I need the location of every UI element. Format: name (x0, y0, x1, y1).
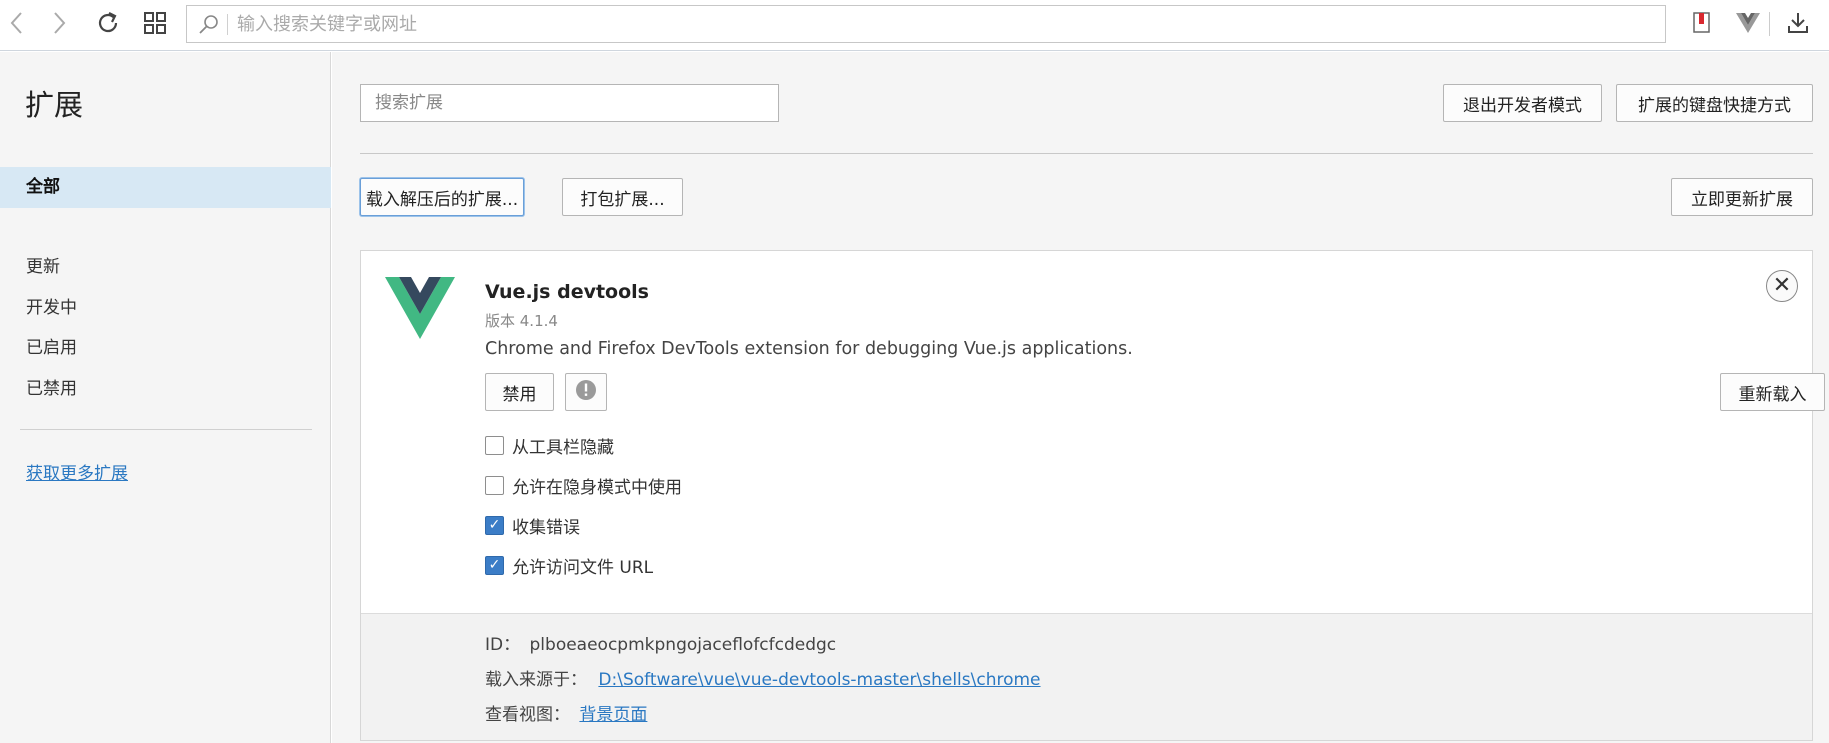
page-title: 扩展 (25, 88, 84, 122)
remove-extension-button[interactable]: ✕ (1766, 270, 1798, 302)
sidebar-divider (20, 429, 312, 430)
exit-developer-mode-button[interactable]: 退出开发者模式 (1443, 84, 1602, 122)
vue-logo-icon (385, 277, 455, 339)
extension-name: Vue.js devtools (485, 281, 649, 303)
browser-toolbar (0, 0, 1829, 51)
toolbar-separator (1769, 12, 1770, 36)
get-more-extensions-link[interactable]: 获取更多扩展 (26, 459, 128, 484)
address-bar[interactable] (186, 5, 1666, 43)
checkbox[interactable] (485, 475, 504, 495)
download-icon[interactable] (1783, 8, 1813, 38)
id-label: ID： (485, 635, 521, 655)
main-content: 退出开发者模式 扩展的键盘快捷方式 载入解压后的扩展... 打包扩展... 立即… (332, 52, 1829, 743)
option-label: 收集错误 (512, 517, 580, 538)
address-separator (227, 14, 228, 35)
update-extensions-button[interactable]: 立即更新扩展 (1671, 178, 1813, 216)
reload-extension-button[interactable]: 重新载入 (1720, 373, 1825, 411)
option-hide-from-toolbar[interactable]: 从工具栏隐藏 (485, 433, 614, 458)
id-value: plboeaeocpmkpngojaceflofcfcdedgc (529, 635, 837, 655)
option-collect-errors[interactable]: ✓ 收集错误 (485, 513, 580, 538)
sidebar-item-developing[interactable]: 开发中 (0, 288, 331, 329)
errors-button[interactable] (565, 373, 607, 411)
disable-button[interactable]: 禁用 (485, 373, 554, 411)
sidebar-item-updates[interactable]: 更新 (0, 247, 331, 288)
back-icon[interactable] (2, 8, 32, 38)
sidebar-item-all[interactable]: 全部 (0, 167, 331, 208)
apps-grid-icon[interactable] (140, 8, 170, 38)
sidebar: 扩展 全部 更新 开发中 已启用 已禁用 获取更多扩展 (0, 52, 331, 743)
source-label: 载入来源于： (485, 670, 587, 690)
checkbox-checked[interactable]: ✓ (485, 515, 504, 535)
search-extensions-input[interactable] (360, 84, 779, 122)
search-icon (197, 12, 221, 36)
extension-description: Chrome and Firefox DevTools extension fo… (485, 339, 1133, 359)
views-label: 查看视图： (485, 705, 570, 725)
checkbox-checked[interactable]: ✓ (485, 555, 504, 575)
source-row: 载入来源于： D:\Software\vue\vue-devtools-mast… (485, 665, 1041, 690)
source-path-link[interactable]: D:\Software\vue\vue-devtools-master\shel… (598, 670, 1040, 690)
close-icon: ✕ (1772, 273, 1792, 298)
pack-extension-button[interactable]: 打包扩展... (562, 178, 683, 216)
sidebar-item-enabled[interactable]: 已启用 (0, 328, 331, 369)
bookmark-icon[interactable] (1687, 8, 1717, 38)
sidebar-item-disabled[interactable]: 已禁用 (0, 369, 331, 410)
extension-id-row: ID： plboeaeocpmkpngojaceflofcfcdedgc (485, 630, 836, 655)
option-allow-file-url[interactable]: ✓ 允许访问文件 URL (485, 553, 654, 578)
keyboard-shortcuts-button[interactable]: 扩展的键盘快捷方式 (1616, 84, 1813, 122)
option-label: 允许在隐身模式中使用 (512, 477, 682, 498)
address-input[interactable] (237, 10, 1637, 38)
main-divider (360, 153, 1813, 154)
checkbox[interactable] (485, 435, 504, 455)
vue-devtools-extension-icon[interactable] (1733, 8, 1763, 38)
extension-version: 版本 4.1.4 (485, 312, 558, 330)
extension-details: ID： plboeaeocpmkpngojaceflofcfcdedgc 载入来… (361, 613, 1812, 740)
views-row: 查看视图： 背景页面 (485, 700, 647, 725)
extension-card: Vue.js devtools 版本 4.1.4 Chrome and Fire… (360, 250, 1825, 741)
option-allow-incognito[interactable]: 允许在隐身模式中使用 (485, 473, 682, 498)
option-label: 从工具栏隐藏 (512, 437, 614, 458)
reload-icon[interactable] (93, 8, 123, 38)
background-page-link[interactable]: 背景页面 (579, 705, 647, 725)
load-unpacked-button[interactable]: 载入解压后的扩展... (360, 178, 524, 216)
alert-icon (575, 379, 597, 406)
forward-icon[interactable] (44, 8, 74, 38)
option-label: 允许访问文件 URL (512, 557, 654, 578)
